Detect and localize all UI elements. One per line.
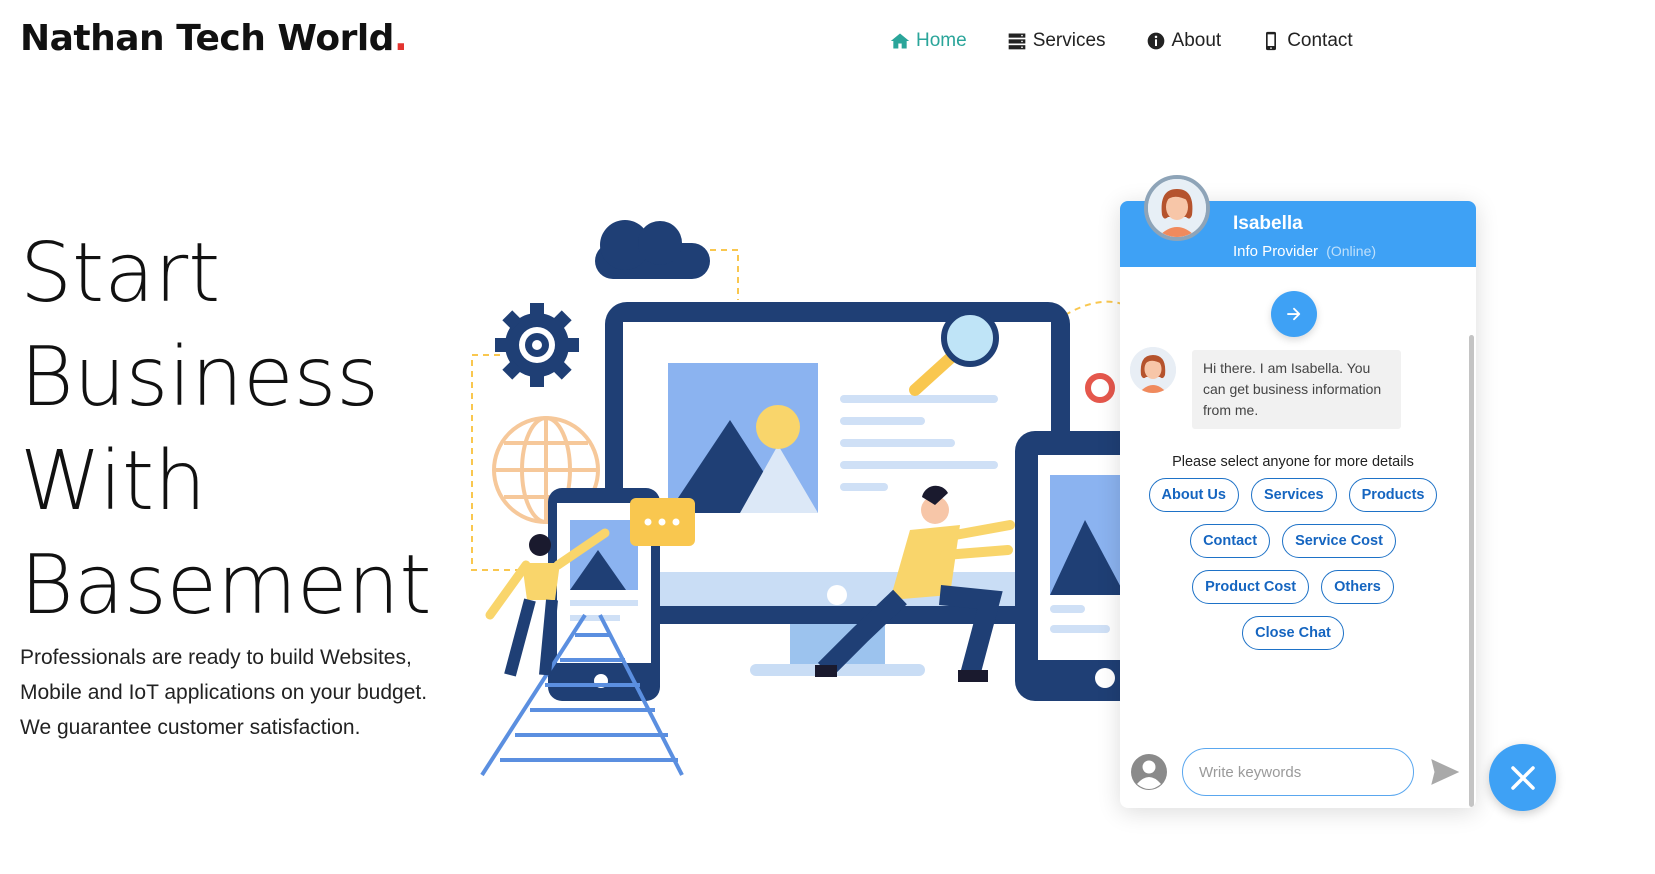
nav-item-label: Contact: [1287, 30, 1353, 51]
option-products[interactable]: Products: [1348, 478, 1438, 512]
brand-logo[interactable]: Nathan Tech World.: [20, 18, 408, 59]
start-chat-button[interactable]: [1271, 291, 1317, 337]
option-chips: About Us Services Products Contact Servi…: [1138, 478, 1448, 650]
nav-item-label: Home: [916, 30, 967, 51]
chat-toggle-button[interactable]: [1489, 744, 1556, 811]
option-product-cost[interactable]: Product Cost: [1192, 570, 1310, 604]
arrow-right-icon: [1287, 307, 1301, 321]
send-icon[interactable]: [1431, 759, 1459, 785]
agent-role-text: Info Provider: [1233, 243, 1319, 260]
hero-illustration: [471, 220, 1220, 777]
option-contact[interactable]: Contact: [1190, 524, 1271, 558]
chat-input[interactable]: [1182, 748, 1414, 796]
nav-item-label: About: [1171, 30, 1222, 51]
ring-icon: [1085, 373, 1115, 403]
chat-agent-name: Isabella: [1233, 213, 1303, 234]
hero-title-line: With: [20, 434, 207, 529]
close-icon: [1510, 765, 1535, 790]
main-nav: Home Services About Contact: [890, 30, 1393, 52]
option-services[interactable]: Services: [1250, 478, 1337, 512]
hero-description: Professionals are ready to build Website…: [20, 646, 428, 739]
options-prompt: Please select anyone for more details: [1172, 454, 1414, 470]
bot-avatar: [1130, 347, 1176, 393]
server-icon: [1008, 33, 1026, 50]
woman-avatar-icon: [1130, 347, 1176, 393]
monitor-illustration: [605, 302, 1070, 676]
home-icon: [890, 33, 910, 49]
hero-title-line: Business: [20, 330, 380, 425]
user-icon: [1131, 754, 1167, 790]
nav-item-about[interactable]: About: [1146, 30, 1222, 52]
bot-message: Hi there. I am Isabella. You can get bus…: [1192, 350, 1401, 429]
info-icon: [1147, 32, 1164, 50]
hero-title: Start Business With Basement: [20, 222, 432, 638]
option-service-cost[interactable]: Service Cost: [1282, 524, 1396, 558]
cloud-icon: [595, 220, 710, 279]
nav-item-home[interactable]: Home: [890, 30, 967, 52]
gear-icon: [495, 303, 579, 387]
nav-item-label: Services: [1032, 30, 1106, 51]
woman-avatar-icon: [1148, 179, 1206, 237]
nav-item-services[interactable]: Services: [1007, 30, 1106, 52]
agent-avatar: [1144, 175, 1210, 241]
chat-body: Hi there. I am Isabella. You can get bus…: [1120, 267, 1476, 808]
speech-bubble-icon: [630, 498, 695, 546]
hero-title-line: Start: [20, 226, 221, 321]
agent-status: (Online): [1326, 243, 1377, 259]
chat-footer: [1120, 734, 1476, 808]
chat-widget: Isabella Info Provider (Online) Hi there…: [1120, 201, 1476, 808]
nav-item-contact[interactable]: Contact: [1261, 30, 1353, 52]
chat-agent-role: Info Provider (Online): [1233, 243, 1476, 260]
option-others[interactable]: Others: [1321, 570, 1394, 604]
option-about-us[interactable]: About Us: [1148, 478, 1239, 512]
option-close-chat[interactable]: Close Chat: [1242, 616, 1344, 650]
brand-dot: .: [393, 18, 408, 59]
mobile-icon: [1266, 31, 1277, 51]
hero-title-line: Basement: [20, 538, 432, 633]
brand-name: Nathan Tech World: [20, 18, 394, 59]
